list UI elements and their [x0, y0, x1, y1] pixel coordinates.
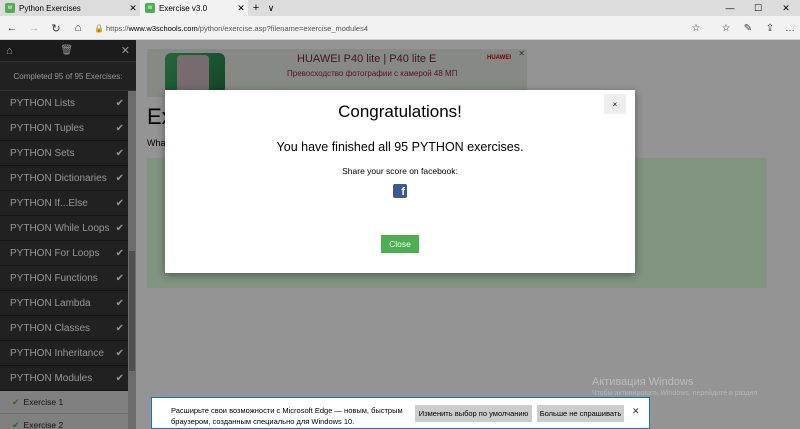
- tab-python-exercises[interactable]: w Python Exercises ✕: [0, 0, 140, 16]
- tab-close-icon[interactable]: ✕: [126, 3, 140, 14]
- tab-exercise[interactable]: w Exercise v3.0 ✕: [140, 0, 248, 16]
- dialog-message: You have finished all 95 PYTHON exercise…: [276, 140, 524, 154]
- edge-default-browser-notification: Расширьте свои возможности с Microsoft E…: [151, 397, 650, 429]
- lock-icon: 🔒: [94, 23, 104, 33]
- more-icon[interactable]: …: [780, 19, 800, 37]
- refresh-icon[interactable]: ↻: [46, 19, 66, 37]
- tab-close-icon[interactable]: ✕: [234, 3, 248, 14]
- congratulations-dialog: Congratulations! × You have finished all…: [165, 90, 635, 273]
- window-close-button[interactable]: ✕: [772, 0, 800, 16]
- maximize-button[interactable]: ☐: [744, 0, 772, 16]
- notification-text: Расширьте свои возможности с Microsoft E…: [171, 406, 403, 426]
- facebook-icon[interactable]: f: [393, 184, 407, 198]
- favorite-star-icon[interactable]: ☆: [686, 19, 706, 37]
- dialog-close-button[interactable]: ×: [604, 94, 626, 114]
- w3schools-favicon-icon: w: [5, 3, 15, 13]
- favorites-icon[interactable]: ☆: [716, 19, 736, 37]
- w3schools-favicon-icon: w: [145, 3, 155, 13]
- close-button[interactable]: Close: [381, 235, 419, 253]
- dialog-title: Congratulations!: [338, 102, 462, 121]
- new-tab-button[interactable]: +: [248, 0, 264, 16]
- home-icon[interactable]: ⌂: [68, 19, 88, 37]
- pen-icon[interactable]: ✎: [738, 19, 758, 37]
- change-default-button[interactable]: Изменить выбор по умолчанию: [415, 405, 532, 422]
- windows-activation-watermark: Активация Windows: [592, 376, 694, 388]
- url-field[interactable]: 🔒 https://www.w3schools.com/python/exerc…: [92, 19, 704, 37]
- url-text: https://www.w3schools.com/python/exercis…: [106, 23, 369, 33]
- dont-ask-again-button[interactable]: Больше не спрашивать: [537, 405, 624, 422]
- notification-close-icon[interactable]: ✕: [632, 406, 640, 417]
- minimize-button[interactable]: —: [716, 0, 744, 16]
- tab-list-chevron-icon[interactable]: ∨: [264, 0, 278, 16]
- forward-arrow-icon[interactable]: →: [24, 19, 44, 37]
- tab-bar: w Python Exercises ✕ w Exercise v3.0 ✕ +…: [0, 0, 800, 16]
- tab-label: Exercise v3.0: [159, 3, 208, 13]
- share-prompt: Share your score on facebook:: [342, 166, 458, 176]
- tab-label: Python Exercises: [19, 3, 81, 13]
- back-arrow-icon[interactable]: ←: [2, 19, 22, 37]
- address-bar: ← → ↻ ⌂ 🔒 https://www.w3schools.com/pyth…: [0, 16, 800, 40]
- share-icon[interactable]: ⇪: [760, 19, 780, 37]
